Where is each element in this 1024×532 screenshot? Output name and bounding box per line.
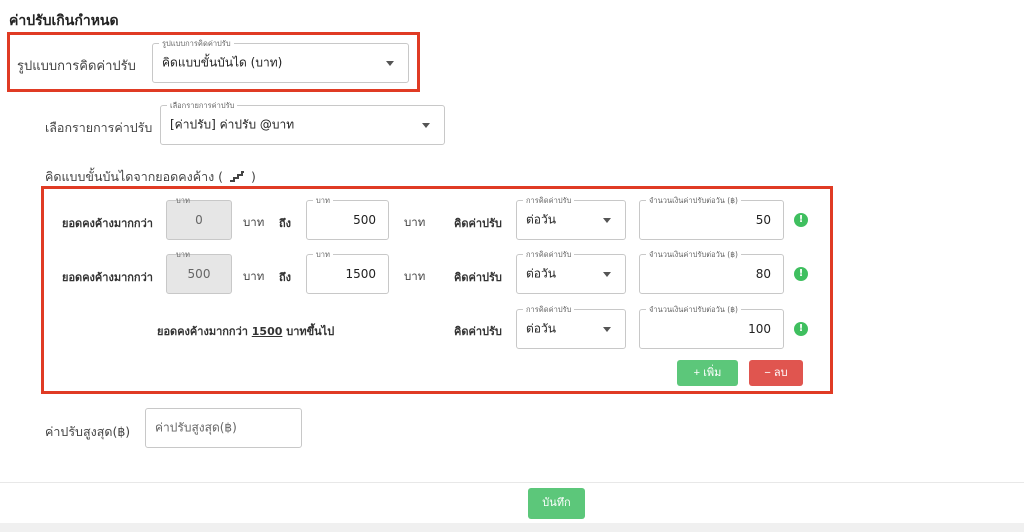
last-tier-amount-legend: จำนวนเงินค่าปรับต่อวัน (฿) [646,304,741,315]
chevron-down-icon [603,218,611,223]
stairs-icon [230,171,245,182]
tier-1-unit-2: บาท [404,215,426,229]
info-icon[interactable]: ! [794,322,808,336]
chevron-down-icon [603,327,611,332]
page-title: ค่าปรับเกินกำหนด [9,13,119,29]
tier-1-from-value: 0 [195,213,203,227]
tier-1-method-select[interactable]: การคิดค่าปรับ ต่อวัน [516,195,626,240]
fine-item-legend: เลือกรายการค่าปรับ [167,100,238,111]
save-button[interactable]: บันทึก [528,488,585,519]
info-icon[interactable]: ! [794,267,808,281]
calc-method-legend: รูปแบบการคิดค่าปรับ [159,38,234,49]
tier-2-to-field[interactable]: บาท 1500 [306,249,389,294]
tier-2-amount-field[interactable]: จำนวนเงินค่าปรับต่อวัน (฿) 80 [639,249,784,294]
tier-2-from-value: 500 [187,267,211,281]
tier-2-method-select[interactable]: การคิดค่าปรับ ต่อวัน [516,249,626,294]
footer-bar [0,523,1024,532]
tier-1-to-legend: บาท [313,195,333,206]
last-tier-suffix: บาทขึ้นไป [282,325,335,338]
add-tier-button[interactable]: + เพิ่ม [677,360,738,386]
tier-1-method-legend: การคิดค่าปรับ [523,195,575,206]
tier-2-to-label: ถึง [279,271,292,284]
tier-1-amount-field[interactable]: จำนวนเงินค่าปรับต่อวัน (฿) 50 [639,195,784,240]
fine-item-value: [ค่าปรับ] ค่าปรับ @บาท [170,117,295,132]
last-tier-amount: 1500 [251,325,283,338]
fine-item-select[interactable]: เลือกรายการค่าปรับ [ค่าปรับ] ค่าปรับ @บา… [160,100,445,145]
tier-2-from-legend: บาท [176,250,190,259]
last-tier-amount-value: 100 [748,322,771,336]
tier-2-amount-value: 80 [755,267,771,281]
calc-method-label: รูปแบบการคิดค่าปรับ [17,59,136,74]
tier-1-amount-legend: จำนวนเงินค่าปรับต่อวัน (฿) [646,195,741,206]
tier-2-to-legend: บาท [313,249,333,260]
tier-1-to-label: ถึง [279,217,292,230]
footer-divider [0,482,1024,483]
tier-1-amount-value: 50 [755,213,771,227]
last-tier-calc-label: คิดค่าปรับ [454,325,502,338]
chevron-down-icon [386,61,394,66]
last-tier-method-value: ต่อวัน [526,321,556,336]
last-tier-amount-field[interactable]: จำนวนเงินค่าปรับต่อวัน (฿) 100 [639,304,784,349]
max-fine-label: ค่าปรับสูงสุด(฿) [45,424,131,439]
tier-2-from-field: บาท 500 [166,250,232,294]
tier-2-amount-legend: จำนวนเงินค่าปรับต่อวัน (฿) [646,249,741,260]
calc-method-value: คิดแบบขั้นบันได (บาท) [162,55,283,70]
remove-tier-button[interactable]: − ลบ [749,360,803,386]
tier-1-outstanding-label: ยอดคงค้างมากกว่า [62,217,153,230]
last-tier-text: ยอดคงค้างมากกว่า 1500 บาทขึ้นไป [157,322,334,340]
last-tier-method-select[interactable]: การคิดค่าปรับ ต่อวัน [516,304,626,349]
tier-2-to-value: 1500 [345,267,376,281]
last-tier-prefix: ยอดคงค้างมากกว่า [157,325,252,338]
chevron-down-icon [422,123,430,128]
tier-1-to-field[interactable]: บาท 500 [306,195,389,240]
calc-method-select[interactable]: รูปแบบการคิดค่าปรับ คิดแบบขั้นบันได (บาท… [152,38,409,83]
tier-2-unit-1: บาท [243,269,265,283]
tier-1-to-value: 500 [353,213,376,227]
tier-1-unit-1: บาท [243,215,265,229]
last-tier-method-legend: การคิดค่าปรับ [523,304,575,315]
max-fine-field[interactable]: ค่าปรับสูงสุด(฿) [145,408,302,448]
tier-2-calc-label: คิดค่าปรับ [454,271,502,284]
tier-2-method-value: ต่อวัน [526,266,556,281]
tier-1-from-legend: บาท [176,196,190,205]
tier-1-from-field: บาท 0 [166,196,232,240]
tier-heading-text: คิดแบบขั้นบันไดจากยอดคงค้าง ( [45,169,224,184]
tier-2-unit-2: บาท [404,269,426,283]
max-fine-placeholder: ค่าปรับสูงสุด(฿) [155,420,237,435]
tier-1-calc-label: คิดค่าปรับ [454,217,502,230]
info-icon[interactable]: ! [794,213,808,227]
fine-item-label: เลือกรายการค่าปรับ [45,120,153,135]
tier-2-outstanding-label: ยอดคงค้างมากกว่า [62,271,153,284]
chevron-down-icon [603,272,611,277]
tier-section-heading: คิดแบบขั้นบันไดจากยอดคงค้าง ( ) [45,167,256,187]
tier-heading-close: ) [251,169,256,184]
tier-1-method-value: ต่อวัน [526,212,556,227]
tier-2-method-legend: การคิดค่าปรับ [523,249,575,260]
